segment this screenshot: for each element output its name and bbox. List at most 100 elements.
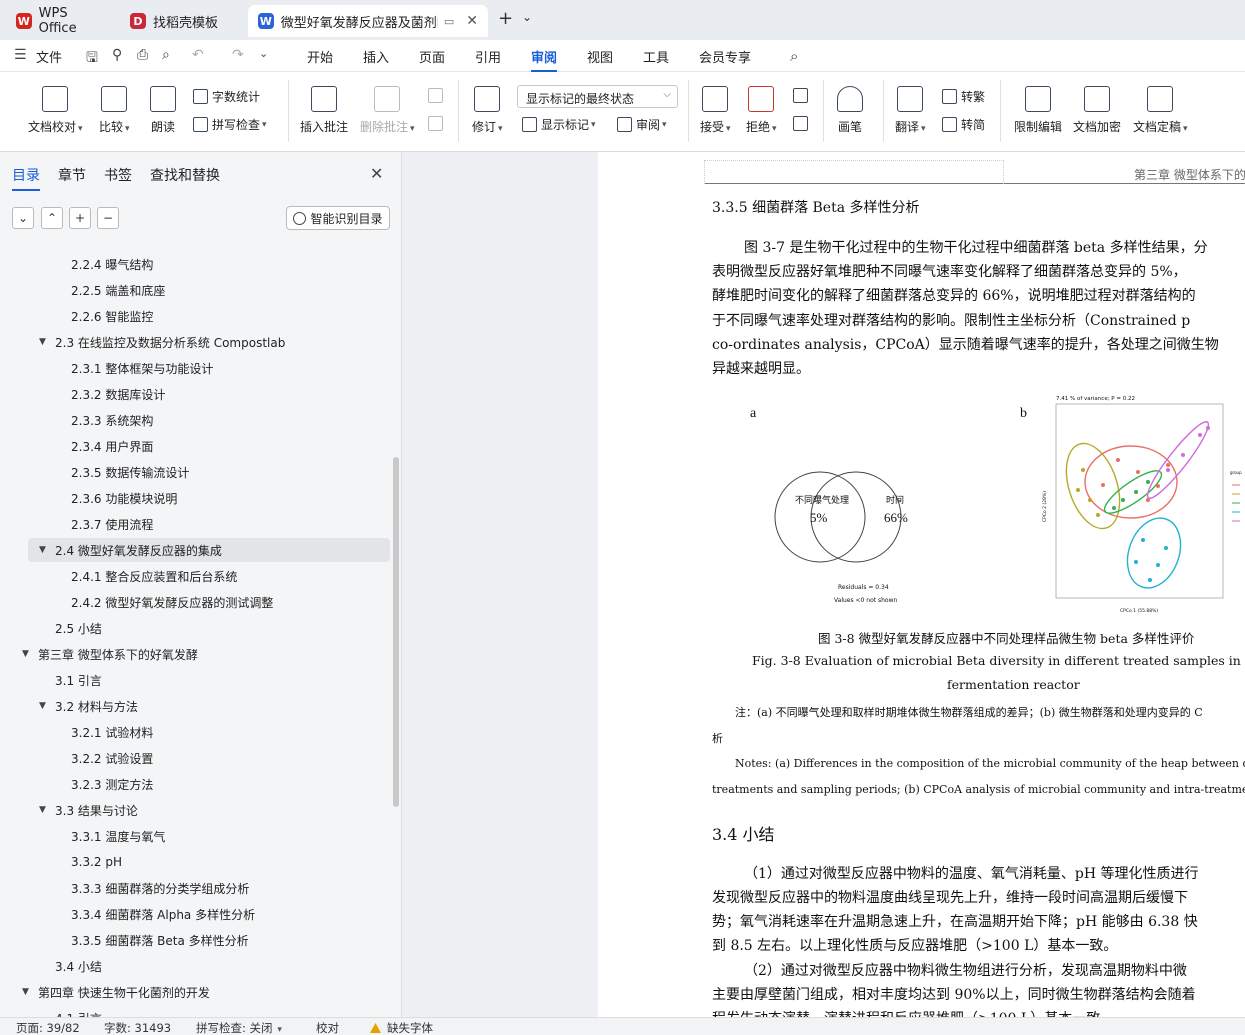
print-preview-icon[interactable]: ⌕ <box>162 47 170 63</box>
accept-button[interactable]: 接受 ▾ <box>700 86 731 135</box>
hamburger-icon[interactable]: ☰ <box>14 47 27 63</box>
menu-insert[interactable]: 插入 <box>363 47 389 66</box>
menu-references[interactable]: 引用 <box>475 47 501 66</box>
toc-item[interactable]: 2.3.2 数据库设计 <box>0 382 390 406</box>
menu-tools[interactable]: 工具 <box>643 47 669 66</box>
menu-view[interactable]: 视图 <box>587 47 613 66</box>
toc-item[interactable]: 2.2.6 智能监控 <box>0 304 390 328</box>
show-markup-button[interactable]: 显示标记 ▾ <box>522 116 596 133</box>
menu-member[interactable]: 会员专享 <box>699 47 751 66</box>
menu-review[interactable]: 审阅 <box>531 47 558 72</box>
print-icon[interactable]: ⎙ <box>137 47 148 63</box>
redo-icon[interactable]: ↷ <box>232 47 244 63</box>
toc-item[interactable]: 2.4.1 整合反应装置和后台系统 <box>0 564 390 588</box>
toc-item[interactable]: 2.4.2 微型好氧发酵反应器的测试调整 <box>0 590 390 614</box>
reject-button[interactable]: 拒绝 ▾ <box>746 86 777 135</box>
toc-item[interactable]: 2.2.4 曝气结构 <box>0 252 390 276</box>
tab-bookmarks[interactable]: 书签 <box>104 165 132 185</box>
toc-item[interactable]: 3.1 引言 <box>0 668 390 692</box>
expand-arrow-icon[interactable]: ▼ <box>39 337 46 347</box>
word-count-status[interactable]: 字数: 31493 <box>104 1020 171 1035</box>
sidebar-scrollbar[interactable] <box>393 457 399 807</box>
proofread-status[interactable]: 校对 <box>316 1020 339 1035</box>
toc-item[interactable]: 2.5 小结 <box>0 616 390 640</box>
close-tab-icon[interactable]: ✕ <box>466 13 478 29</box>
tab-chapters[interactable]: 章节 <box>58 165 86 185</box>
menu-file[interactable]: 文件 <box>36 47 62 66</box>
toc-item[interactable]: 2.3.4 用户界面 <box>0 434 390 458</box>
link-icon[interactable]: ⚲ <box>112 47 122 63</box>
remove-heading-button[interactable]: − <box>97 207 119 229</box>
translate-button[interactable]: 翻译 ▾ <box>895 86 926 135</box>
toc-item[interactable]: ▼ 3.2 材料与方法 <box>0 694 390 718</box>
expand-down-button[interactable]: ⌄ <box>12 207 34 229</box>
spell-check-button[interactable]: 拼写检查 ▾ <box>193 116 267 133</box>
smart-toc-button[interactable]: 智能识别目录 <box>286 206 390 230</box>
toc-item[interactable]: 2.3.7 使用流程 <box>0 512 390 536</box>
toc-item[interactable]: 2.3.6 功能模块说明 <box>0 486 390 510</box>
toc-item[interactable]: 2.3.1 整体框架与功能设计 <box>0 356 390 380</box>
finalize-button[interactable]: 文档定稿 ▾ <box>1133 86 1188 135</box>
toc-item[interactable]: 3.4 小结 <box>0 954 390 978</box>
prev-comment-icon[interactable] <box>428 88 447 103</box>
read-aloud-button[interactable]: 朗读 <box>150 86 176 135</box>
toc-item[interactable]: ▼ 2.3 在线监控及数据分析系统 Compostlab <box>0 330 390 354</box>
expand-arrow-icon[interactable]: ▼ <box>39 545 46 555</box>
toc-item[interactable]: 3.3.2 pH <box>0 850 390 874</box>
toc-item[interactable]: 3.3.4 细菌群落 Alpha 多样性分析 <box>0 902 390 926</box>
new-tab-plus-icon[interactable]: + <box>498 8 513 29</box>
delete-comment-button[interactable]: 删除批注 ▾ <box>360 86 415 135</box>
expand-arrow-icon[interactable]: ▼ <box>39 805 46 815</box>
menu-home[interactable]: 开始 <box>307 47 333 66</box>
toc-item[interactable]: 3.3.3 细菌群落的分类学组成分析 <box>0 876 390 900</box>
expand-arrow-icon[interactable]: ▼ <box>22 987 29 997</box>
tab-templates[interactable]: D 找稻壳模板 <box>120 5 244 37</box>
screen-icon[interactable]: ▭ <box>444 15 454 28</box>
markup-state-select[interactable]: 显示标记的最终状态 ⌵ <box>517 85 678 108</box>
compare-button[interactable]: 比较 ▾ <box>99 86 130 135</box>
search-icon[interactable]: ⌕ <box>790 47 798 65</box>
insert-comment-button[interactable]: 插入批注 <box>300 86 348 135</box>
toc-item[interactable]: 2.3.5 数据传输流设计 <box>0 460 390 484</box>
toc-item[interactable]: 2.2.5 端盖和底座 <box>0 278 390 302</box>
track-changes-button[interactable]: 修订 ▾ <box>472 86 503 135</box>
next-change-icon[interactable] <box>793 116 812 131</box>
pen-button[interactable]: 画笔 <box>837 86 863 135</box>
tab-list-chevron-icon[interactable]: ⌄ <box>522 10 532 24</box>
next-comment-icon[interactable] <box>428 116 447 131</box>
expand-arrow-icon[interactable]: ▼ <box>22 649 29 659</box>
doc-check-button[interactable]: 文档校对 ▾ <box>28 86 83 135</box>
tab-document[interactable]: W 微型好氧发酵反应器及菌剂的开 ▭ ✕ <box>248 5 488 37</box>
quick-access-more-icon[interactable]: ⌄ <box>259 47 268 60</box>
toc-item[interactable]: 3.3.5 细菌群落 Beta 多样性分析 <box>0 928 390 952</box>
collapse-up-button[interactable]: ⌃ <box>41 207 63 229</box>
encrypt-button[interactable]: 文档加密 <box>1073 86 1121 135</box>
toc-item[interactable]: 3.3.1 温度与氧气 <box>0 824 390 848</box>
to-simplified-button[interactable]: 转简 <box>942 116 985 133</box>
menu-page[interactable]: 页面 <box>419 47 445 66</box>
tab-toc[interactable]: 目录 <box>12 165 40 191</box>
close-pane-icon[interactable]: ✕ <box>370 164 383 183</box>
toc-item[interactable]: ▼ 第四章 快速生物干化菌剂的开发 <box>0 980 390 1004</box>
undo-icon[interactable]: ↶ <box>192 47 204 63</box>
review-pane-button[interactable]: 审阅 ▾ <box>617 116 667 133</box>
to-traditional-button[interactable]: 转繁 <box>942 88 985 105</box>
document-page[interactable]: 第三章 微型体系下的 3.3.5 细菌群落 Beta 多样性分析 图 3-7 是… <box>598 152 1245 1017</box>
word-count-button[interactable]: 字数统计 <box>193 88 260 105</box>
toc-item[interactable]: ▼ 3.3 结果与讨论 <box>0 798 390 822</box>
tab-find-replace[interactable]: 查找和替换 <box>150 165 220 185</box>
missing-font-status[interactable]: 缺失字体 <box>370 1020 433 1035</box>
page-count[interactable]: 页面: 39/82 <box>16 1020 80 1035</box>
spell-check-status[interactable]: 拼写检查: 关闭 ▾ <box>196 1020 282 1035</box>
toc-item[interactable]: 3.2.2 试验设置 <box>0 746 390 770</box>
expand-arrow-icon[interactable]: ▼ <box>39 701 46 711</box>
toc-item[interactable]: 3.2.3 测定方法 <box>0 772 390 796</box>
toc-item[interactable]: 3.2.1 试验材料 <box>0 720 390 744</box>
toc-item[interactable]: ▼ 第三章 微型体系下的好氧发酵 <box>0 642 390 666</box>
toc-item[interactable]: ▼ 2.4 微型好氧发酵反应器的集成 <box>28 538 390 562</box>
save-icon[interactable]: 🖫 <box>86 47 98 71</box>
restrict-edit-button[interactable]: 限制编辑 <box>1014 86 1062 135</box>
toc-item[interactable]: 2.3.3 系统架构 <box>0 408 390 432</box>
add-heading-button[interactable]: + <box>69 207 91 229</box>
tab-wps-office[interactable]: W WPS Office <box>6 5 118 37</box>
